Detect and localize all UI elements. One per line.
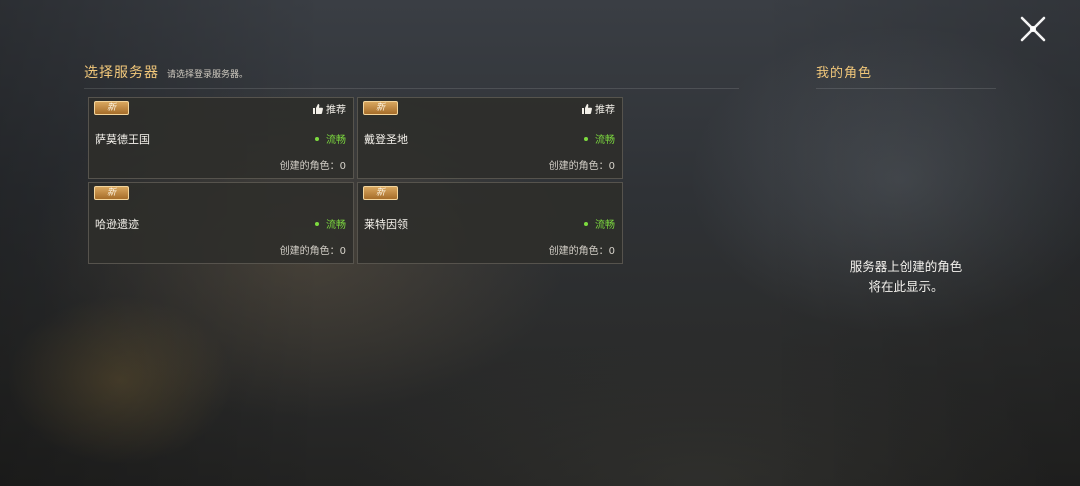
- server-card-daden[interactable]: 新 推荐 戴登圣地 流畅 创建的角色：0: [357, 97, 623, 179]
- close-button[interactable]: [1016, 12, 1050, 46]
- server-card-samod[interactable]: 新 推荐 萨莫德王国 流畅 创建的角色：0: [88, 97, 354, 179]
- status-dot-icon: [584, 221, 588, 226]
- recommend-label: 推荐: [326, 105, 346, 116]
- server-card-laitein[interactable]: 新 莱特因领 流畅 创建的角色：0: [357, 182, 623, 264]
- server-card-hasun[interactable]: 新 哈逊遗迹 流畅 创建的角色：0: [88, 182, 354, 264]
- server-name: 萨莫德王国: [95, 133, 150, 146]
- server-status-label: 流畅: [595, 220, 615, 231]
- character-count: 创建的角色：0: [279, 246, 346, 257]
- server-select-panel: 选择服务器 请选择登录服务器。: [84, 62, 739, 89]
- character-count: 创建的角色：0: [279, 161, 346, 172]
- new-badge: 新: [363, 101, 398, 115]
- server-status-label: 流畅: [595, 135, 615, 146]
- empty-message-line1: 服务器上创建的角色: [849, 259, 963, 274]
- server-grid: 新 推荐 萨莫德王国 流畅 创建的角色：0 新 推荐 戴登圣地 流畅 创建的角色…: [88, 97, 628, 264]
- close-icon: [1020, 16, 1046, 42]
- my-characters-title: 我的角色: [816, 62, 996, 89]
- character-count: 创建的角色：0: [548, 161, 615, 172]
- server-name: 戴登圣地: [364, 133, 408, 146]
- server-panel-title: 选择服务器: [84, 65, 159, 81]
- new-badge: 新: [94, 101, 129, 115]
- server-status-label: 流畅: [326, 220, 346, 231]
- recommend-tag: 推荐: [582, 101, 615, 116]
- server-status: 流畅: [315, 131, 346, 146]
- server-name: 哈逊遗迹: [95, 218, 139, 231]
- server-panel-header: 选择服务器 请选择登录服务器。: [84, 62, 739, 89]
- server-status: 流畅: [584, 131, 615, 146]
- server-name: 莱特因领: [364, 218, 408, 231]
- server-status: 流畅: [315, 216, 346, 231]
- recommend-label: 推荐: [595, 105, 615, 116]
- thumbs-up-icon: [582, 103, 592, 114]
- character-count: 创建的角色：0: [548, 246, 615, 257]
- empty-message-line2: 将在此显示。: [868, 279, 944, 294]
- new-badge: 新: [94, 186, 129, 200]
- recommend-tag: 推荐: [313, 101, 346, 116]
- new-badge: 新: [363, 186, 398, 200]
- server-status-label: 流畅: [326, 135, 346, 146]
- my-characters-panel: 我的角色: [816, 62, 996, 89]
- status-dot-icon: [315, 221, 319, 226]
- thumbs-up-icon: [313, 103, 323, 114]
- server-panel-subtitle: 请选择登录服务器。: [167, 70, 249, 80]
- server-status: 流畅: [584, 216, 615, 231]
- status-dot-icon: [315, 136, 319, 141]
- characters-empty-message: 服务器上创建的角色 将在此显示。: [806, 257, 1006, 297]
- status-dot-icon: [584, 136, 588, 141]
